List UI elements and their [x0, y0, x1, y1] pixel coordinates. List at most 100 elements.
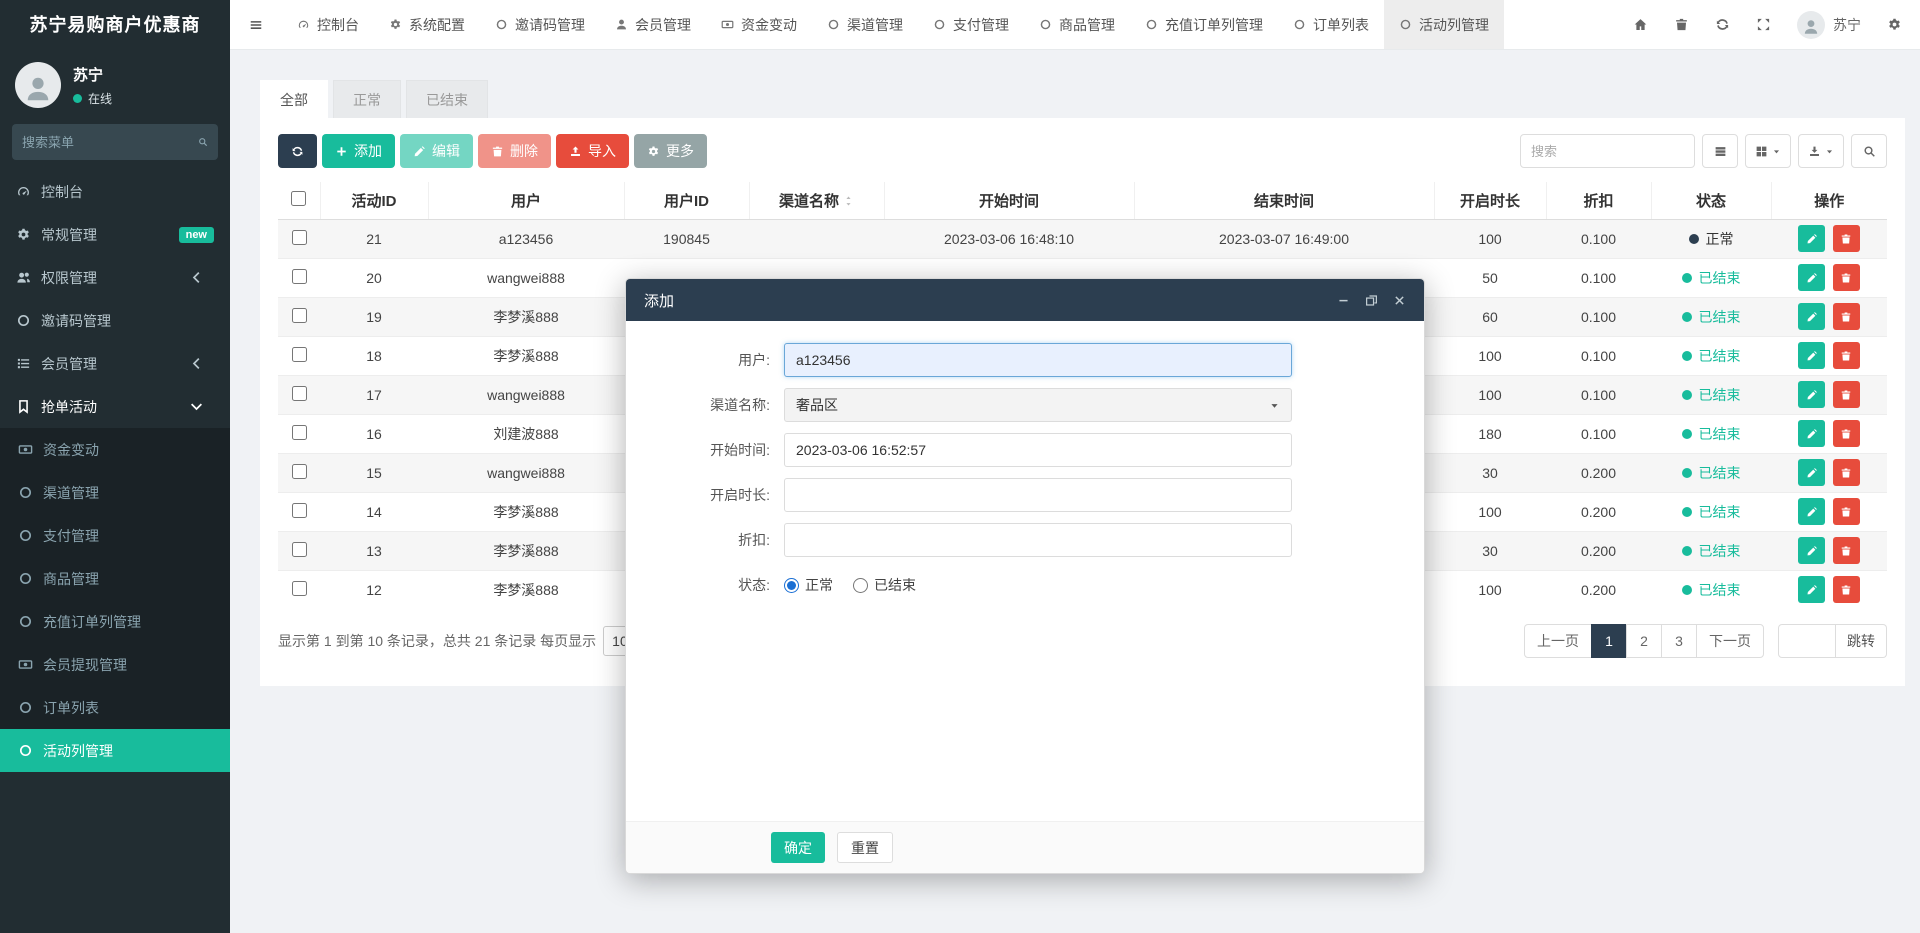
sidebar-subitem-payments[interactable]: 支付管理 [0, 514, 230, 557]
tab-normal[interactable]: 正常 [333, 80, 401, 118]
prev-page-button[interactable]: 上一页 [1524, 624, 1592, 658]
col-channel[interactable]: 渠道名称 [749, 182, 884, 219]
add-button[interactable]: 添加 [322, 134, 395, 168]
settings-gear-icon[interactable] [1887, 17, 1902, 32]
row-delete-button[interactable] [1833, 342, 1860, 369]
refresh-button[interactable] [278, 134, 317, 168]
row-edit-button[interactable] [1798, 225, 1825, 252]
more-button[interactable]: 更多 [634, 134, 707, 168]
row-delete-button[interactable] [1833, 498, 1860, 525]
sidebar-subitem-activities[interactable]: 活动列管理 [0, 729, 230, 772]
row-checkbox[interactable] [292, 269, 307, 284]
sidebar-subitem-orders[interactable]: 订单列表 [0, 686, 230, 729]
nav-tab-sysconfig[interactable]: 系统配置 [374, 0, 480, 49]
sidebar-item-members[interactable]: 会员管理 [0, 342, 230, 385]
delete-button[interactable]: 删除 [478, 134, 551, 168]
row-edit-button[interactable] [1798, 342, 1825, 369]
status-ended-radio[interactable]: 已结束 [853, 575, 916, 595]
page-button-3[interactable]: 3 [1661, 624, 1697, 658]
row-delete-button[interactable] [1833, 420, 1860, 447]
nav-tab-funds[interactable]: 资金变动 [706, 0, 812, 49]
row-edit-button[interactable] [1798, 459, 1825, 486]
navbar-user-menu[interactable]: 苏宁 [1797, 11, 1861, 39]
row-delete-button[interactable] [1833, 303, 1860, 330]
row-delete-button[interactable] [1833, 264, 1860, 291]
nav-tab-recharge-orders[interactable]: 充值订单列管理 [1130, 0, 1278, 49]
search-button[interactable] [1851, 134, 1887, 168]
next-page-button[interactable]: 下一页 [1696, 624, 1764, 658]
nav-tab-orders[interactable]: 订单列表 [1278, 0, 1384, 49]
dialog-titlebar[interactable]: 添加 [626, 279, 1424, 321]
sidebar-toggle-button[interactable] [230, 0, 282, 49]
status-normal-radio[interactable]: 正常 [784, 575, 833, 595]
confirm-button[interactable]: 确定 [771, 832, 825, 863]
row-edit-button[interactable] [1798, 576, 1825, 603]
minimize-icon[interactable] [1337, 294, 1350, 307]
trash-icon[interactable] [1674, 17, 1689, 32]
sidebar-item-grab-activity[interactable]: 抢单活动 [0, 385, 230, 428]
columns-button[interactable] [1745, 134, 1791, 168]
close-icon[interactable] [1393, 294, 1406, 307]
import-button[interactable]: 导入 [556, 134, 629, 168]
sidebar-subitem-channels[interactable]: 渠道管理 [0, 471, 230, 514]
sidebar-item-dashboard[interactable]: 控制台 [0, 170, 230, 213]
channel-select[interactable]: 奢品区 [784, 388, 1292, 422]
sidebar-subitem-funds[interactable]: 资金变动 [0, 428, 230, 471]
sidebar-subitem-recharge-orders[interactable]: 充值订单列管理 [0, 600, 230, 643]
row-delete-button[interactable] [1833, 381, 1860, 408]
row-checkbox[interactable] [292, 464, 307, 479]
reset-button[interactable]: 重置 [837, 832, 893, 863]
maximize-icon[interactable] [1365, 294, 1378, 307]
edit-button[interactable]: 编辑 [400, 134, 473, 168]
toggle-view-button[interactable] [1702, 134, 1738, 168]
discount-field[interactable] [784, 523, 1292, 557]
row-checkbox[interactable] [292, 230, 307, 245]
nav-tab-products[interactable]: 商品管理 [1024, 0, 1130, 49]
fullscreen-icon[interactable] [1756, 17, 1771, 32]
nav-tab-activities[interactable]: 活动列管理 [1384, 0, 1504, 49]
row-checkbox[interactable] [292, 386, 307, 401]
row-delete-button[interactable] [1833, 225, 1860, 252]
row-edit-button[interactable] [1798, 537, 1825, 564]
row-checkbox[interactable] [292, 581, 307, 596]
row-checkbox[interactable] [292, 503, 307, 518]
row-checkbox[interactable] [292, 347, 307, 362]
row-edit-button[interactable] [1798, 264, 1825, 291]
table-search-input[interactable] [1520, 134, 1695, 168]
nav-tab-channels[interactable]: 渠道管理 [812, 0, 918, 49]
sidebar-item-permissions[interactable]: 权限管理 [0, 256, 230, 299]
sidebar-item-general[interactable]: 常规管理new [0, 213, 230, 256]
tab-ended[interactable]: 已结束 [406, 80, 488, 118]
nav-tab-members[interactable]: 会员管理 [600, 0, 706, 49]
sidebar-search-input[interactable] [22, 135, 198, 150]
page-button-1[interactable]: 1 [1591, 624, 1627, 658]
row-edit-button[interactable] [1798, 498, 1825, 525]
row-checkbox[interactable] [292, 308, 307, 323]
row-checkbox[interactable] [292, 425, 307, 440]
sidebar-item-invitecode[interactable]: 邀请码管理 [0, 299, 230, 342]
select-all-checkbox[interactable] [291, 191, 306, 206]
row-edit-button[interactable] [1798, 420, 1825, 447]
row-delete-button[interactable] [1833, 537, 1860, 564]
nav-tab-dashboard[interactable]: 控制台 [282, 0, 374, 49]
start-time-field[interactable] [784, 433, 1292, 467]
tab-all[interactable]: 全部 [260, 80, 328, 118]
row-checkbox[interactable] [292, 542, 307, 557]
home-icon[interactable] [1633, 17, 1648, 32]
sidebar-subitem-withdrawals[interactable]: 会员提现管理 [0, 643, 230, 686]
jump-page-input[interactable] [1778, 624, 1836, 658]
row-delete-button[interactable] [1833, 459, 1860, 486]
page-button-2[interactable]: 2 [1626, 624, 1662, 658]
duration-field[interactable] [784, 478, 1292, 512]
jump-button[interactable]: 跳转 [1836, 624, 1887, 658]
row-edit-button[interactable] [1798, 381, 1825, 408]
nav-tab-payments[interactable]: 支付管理 [918, 0, 1024, 49]
nav-tab-invitecode[interactable]: 邀请码管理 [480, 0, 600, 49]
sidebar-subitem-products[interactable]: 商品管理 [0, 557, 230, 600]
export-button[interactable] [1798, 134, 1844, 168]
row-edit-button[interactable] [1798, 303, 1825, 330]
row-delete-button[interactable] [1833, 576, 1860, 603]
search-icon[interactable] [198, 135, 208, 149]
refresh-cache-icon[interactable] [1715, 17, 1730, 32]
user-field[interactable] [784, 343, 1292, 377]
